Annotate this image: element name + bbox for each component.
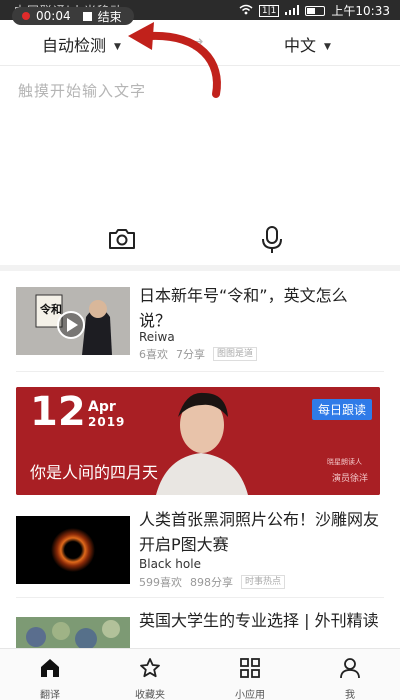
- source-language-label: 自动检测: [42, 36, 107, 55]
- banner-year: 2019: [88, 415, 126, 429]
- nav-mini-apps[interactable]: 小应用: [200, 649, 300, 700]
- nav-label: 收藏夹: [135, 690, 165, 700]
- daily-reading-badge[interactable]: 每日跟读: [311, 399, 372, 420]
- screen-recording-pill[interactable]: 00:04 结束: [12, 7, 134, 25]
- article-thumbnail: 令和: [16, 287, 130, 355]
- article-thumbnail: [16, 617, 130, 648]
- battery-icon: [305, 5, 326, 16]
- divider: [16, 597, 384, 598]
- recording-dot-icon: [22, 12, 30, 20]
- signal-icon: [285, 4, 300, 18]
- nav-label: 小应用: [235, 690, 265, 700]
- nav-translate[interactable]: 翻译: [0, 649, 100, 700]
- stop-icon[interactable]: [82, 11, 92, 21]
- shares-count: 898分享: [190, 576, 233, 589]
- thumb-caption: 令和: [40, 303, 62, 316]
- article-title[interactable]: 日本新年号“令和”，英文怎么说？: [139, 283, 379, 333]
- shares-count: 7分享: [176, 348, 205, 361]
- nav-favorites[interactable]: 收藏夹: [100, 649, 200, 700]
- article-title[interactable]: 英国大学生的专业选择 | 外刊精读: [139, 608, 379, 633]
- nav-label: 翻译: [40, 690, 60, 700]
- article-subtitle: Black hole: [139, 557, 201, 571]
- article-meta: 6喜欢 7分享 图图是道: [139, 346, 258, 362]
- chevron-down-icon: ▼: [324, 41, 331, 52]
- daily-reading-banner[interactable]: 12 Apr 2019 你是人间的四月天 每日跟读 晓星朗读人 演员徐洋: [16, 387, 380, 495]
- red-arrow-annotation: [128, 22, 221, 98]
- clock-label: 上午10:33: [331, 4, 390, 18]
- star-icon: [139, 657, 161, 683]
- recording-time: 00:04: [36, 9, 71, 23]
- grid-icon: [239, 657, 261, 683]
- person-icon: [339, 657, 361, 683]
- home-icon: [39, 657, 61, 683]
- likes-count: 6喜欢: [139, 348, 168, 361]
- banner-credit: 演员徐洋: [331, 474, 368, 484]
- sim-badge: 1|1: [258, 4, 280, 17]
- article-title[interactable]: 人类首张黑洞照片公布！沙雕网友开启P图大赛: [139, 507, 379, 557]
- list-item[interactable]: 英国大学生的专业选择 | 外刊精读: [0, 609, 400, 648]
- nav-me[interactable]: 我: [300, 649, 400, 700]
- source-language-selector[interactable]: 自动检测 ▼: [42, 32, 121, 56]
- list-item[interactable]: 人类首张黑洞照片公布！沙雕网友开启P图大赛 Black hole 599喜欢 8…: [0, 509, 400, 605]
- article-meta: 599喜欢 898分享 时事热点: [139, 574, 286, 590]
- camera-icon[interactable]: [108, 228, 136, 254]
- divider: [16, 371, 384, 372]
- banner-month: Apr: [88, 399, 116, 415]
- banner-quote: 你是人间的四月天: [30, 463, 159, 482]
- article-thumbnail: [16, 516, 130, 584]
- target-language-label: 中文: [284, 36, 317, 55]
- bottom-navigation: 翻译 收藏夹 小应用 我: [0, 648, 400, 700]
- nav-label: 我: [345, 690, 355, 700]
- banner-day: 12: [30, 389, 86, 435]
- target-language-selector[interactable]: 中文 ▼: [284, 32, 331, 56]
- status-right: 1|1 上午10:33: [239, 2, 390, 19]
- wifi-icon: [239, 4, 253, 18]
- category-tag: 时事热点: [241, 575, 286, 589]
- banner-credit-small: 晓星朗读人: [327, 458, 362, 466]
- likes-count: 599喜欢: [139, 576, 182, 589]
- list-item[interactable]: 令和 日本新年号“令和”，英文怎么说？ Reiwa 6喜欢 7分享 图图是道: [0, 271, 400, 367]
- article-feed: 令和 日本新年号“令和”，英文怎么说？ Reiwa 6喜欢 7分享 图图是道 1…: [0, 271, 400, 648]
- category-tag: 图图是道: [213, 347, 258, 361]
- article-subtitle: Reiwa: [139, 330, 175, 344]
- microphone-icon[interactable]: [261, 226, 283, 258]
- end-recording-label[interactable]: 结束: [98, 8, 122, 25]
